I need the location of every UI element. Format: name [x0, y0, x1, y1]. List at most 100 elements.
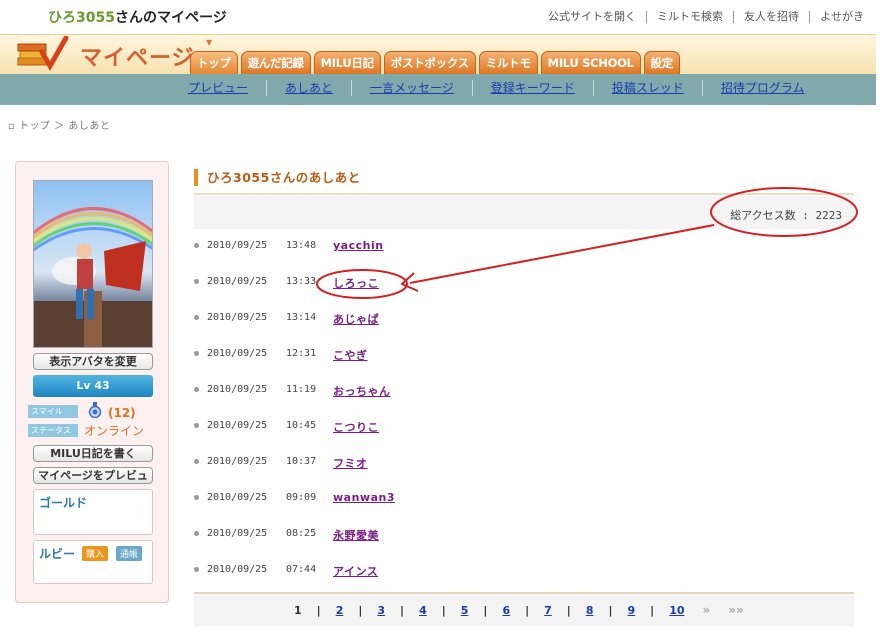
- visitor-link[interactable]: こつりこ: [333, 419, 379, 435]
- visit-time: 13:33: [286, 276, 317, 287]
- visit-row: 2010/09/25 08:25 永野愛美: [194, 524, 854, 560]
- tab-milu-school[interactable]: MILU SCHOOL: [540, 51, 641, 75]
- ruby-title: ルビー: [39, 547, 76, 561]
- page-separator: |: [566, 603, 571, 617]
- visitor-link[interactable]: しろっこ: [333, 275, 379, 291]
- visit-date: 2010/09/25: [207, 384, 268, 395]
- visit-date: 2010/09/25: [207, 528, 268, 539]
- page-6-link[interactable]: 6: [502, 604, 510, 617]
- subnav-one-line-message[interactable]: 一言メッセージ: [351, 80, 472, 96]
- page-separator: |: [358, 603, 363, 617]
- visitor-link[interactable]: アインス: [333, 563, 378, 579]
- gold-title: ゴールド: [39, 496, 88, 510]
- buy-ruby-button[interactable]: 購入: [82, 546, 109, 561]
- visitor-link[interactable]: 永野愛美: [333, 527, 379, 543]
- page-title-suffix: さんのマイページ: [114, 10, 227, 26]
- change-avatar-button[interactable]: 表示アバタを変更: [33, 353, 153, 370]
- top-link-yosegaki[interactable]: よせがき: [809, 11, 874, 23]
- visit-date: 2010/09/25: [207, 348, 268, 359]
- tab-postbox[interactable]: ポストボックス: [383, 51, 476, 75]
- page-title: ひろ3055さんのマイページ: [48, 7, 227, 27]
- logo-text[interactable]: マイページ: [80, 40, 195, 72]
- subnav-footprints[interactable]: あしあと: [266, 80, 351, 96]
- page-separator: |: [525, 603, 530, 617]
- main-tabs: トップ 遊んだ記録 MILU日記 ポストボックス ミルトモ MILU SCHOO…: [190, 51, 683, 75]
- avatar: [33, 180, 153, 348]
- visit-row: 2010/09/25 13:48 yacchin: [194, 236, 854, 272]
- bullet-icon: [194, 531, 199, 536]
- visitor-link[interactable]: wanwan3: [333, 491, 395, 504]
- visit-time: 10:37: [286, 456, 317, 467]
- tab-miltomo[interactable]: ミルトモ: [478, 51, 538, 75]
- pagination: 1 | 2 | 3 | 4 | 5 | 6 | 7 | 8 | 9 | 10 » »»: [294, 603, 744, 617]
- header: マイページ ▼ トップ 遊んだ記録 MILU日記 ポストボックス ミルトモ MI…: [0, 34, 876, 75]
- bullet-icon: [194, 243, 199, 248]
- visit-time: 12:31: [286, 348, 317, 359]
- page-separator: |: [650, 603, 655, 617]
- gold-box: ゴールド: [33, 489, 153, 535]
- page-title-username: ひろ3055: [48, 10, 115, 26]
- tab-top[interactable]: トップ: [190, 51, 238, 75]
- visit-time: 09:09: [286, 492, 317, 503]
- visit-date: 2010/09/25: [207, 276, 268, 287]
- page-separator: |: [483, 603, 488, 617]
- bullet-icon: [194, 423, 199, 428]
- top-link-official-site[interactable]: 公式サイトを開く: [538, 11, 646, 23]
- visitor-link[interactable]: あじゃぱ: [333, 311, 379, 327]
- subnav-invite-program[interactable]: 招待プログラム: [701, 80, 823, 96]
- visit-time: 13:14: [286, 312, 317, 323]
- bullet-icon: [194, 315, 199, 320]
- visit-time: 13:48: [286, 240, 317, 251]
- page-10-link[interactable]: 10: [669, 604, 684, 617]
- visit-date: 2010/09/25: [207, 456, 268, 467]
- breadcrumb: ▫ トップ ＞ あしあと: [8, 121, 111, 132]
- visit-list: 2010/09/25 13:48 yacchin 2010/09/25 13:33 しろ…: [194, 236, 854, 596]
- page-separator: |: [400, 603, 405, 617]
- visit-row: 2010/09/25 13:14 あじゃぱ: [194, 308, 854, 344]
- subnav-registered-keywords[interactable]: 登録キーワード: [471, 80, 593, 96]
- heading-divider: [194, 193, 854, 195]
- page-7-link[interactable]: 7: [544, 604, 552, 617]
- visit-time: 08:25: [286, 528, 317, 539]
- visit-date: 2010/09/25: [207, 312, 268, 323]
- pagination-bar: 1 | 2 | 3 | 4 | 5 | 6 | 7 | 8 | 9 | 10 » »»: [194, 592, 854, 626]
- page-5-link[interactable]: 5: [461, 604, 469, 617]
- tab-milu-diary[interactable]: MILU日記: [313, 51, 381, 75]
- page-2-link[interactable]: 2: [336, 604, 344, 617]
- tab-play-records[interactable]: 遊んだ記録: [240, 51, 311, 75]
- visitor-link[interactable]: おっちゃん: [333, 383, 391, 399]
- page-4-link[interactable]: 4: [419, 604, 427, 617]
- footprints-heading: ひろ3055さんのあしあと: [194, 169, 361, 186]
- last-page-icon[interactable]: »»: [728, 603, 744, 617]
- bankbook-button[interactable]: 通帳: [116, 546, 143, 561]
- page-3-link[interactable]: 3: [377, 604, 385, 617]
- subnav-preview[interactable]: プレビュー: [170, 80, 266, 96]
- page-9-link[interactable]: 9: [628, 604, 636, 617]
- visit-time: 11:19: [286, 384, 317, 395]
- visit-row: 2010/09/25 09:09 wanwan3: [194, 488, 854, 524]
- visitor-link[interactable]: yacchin: [333, 239, 384, 252]
- tab-settings[interactable]: 設定: [643, 51, 680, 75]
- visit-date: 2010/09/25: [207, 564, 268, 575]
- visitor-link[interactable]: フミオ: [333, 455, 368, 471]
- top-link-invite-friend[interactable]: 友人を招待: [733, 11, 809, 23]
- visitor-link[interactable]: こやぎ: [333, 347, 368, 363]
- avatar-scene-image: [34, 207, 152, 347]
- page-8-link[interactable]: 8: [586, 604, 594, 617]
- subnav-posted-threads[interactable]: 投稿スレッド: [592, 80, 702, 96]
- visit-date: 2010/09/25: [207, 420, 268, 431]
- caret-down-icon: ▼: [206, 38, 213, 47]
- next-page-icon[interactable]: »: [703, 603, 711, 617]
- profile-sidebar: 表示アバタを変更 Lv 43 スマイル ステータス (12) オンライン MIL…: [15, 161, 169, 603]
- visit-row: 2010/09/25 13:33 しろっこ: [194, 272, 854, 308]
- preview-mypage-button[interactable]: マイページをプレビュー: [33, 467, 153, 497]
- smile-medal-icon: [88, 402, 102, 418]
- status-label: ステータス: [28, 424, 78, 437]
- smile-count: (12): [108, 406, 136, 420]
- write-diary-button[interactable]: MILU日記を書く: [33, 445, 153, 462]
- visit-date: 2010/09/25: [207, 240, 268, 251]
- top-link-miltomo-search[interactable]: ミルトモ検索: [646, 11, 733, 23]
- bullet-icon: [194, 459, 199, 464]
- visit-row: 2010/09/25 11:19 おっちゃん: [194, 380, 854, 416]
- page-separator: |: [608, 603, 613, 617]
